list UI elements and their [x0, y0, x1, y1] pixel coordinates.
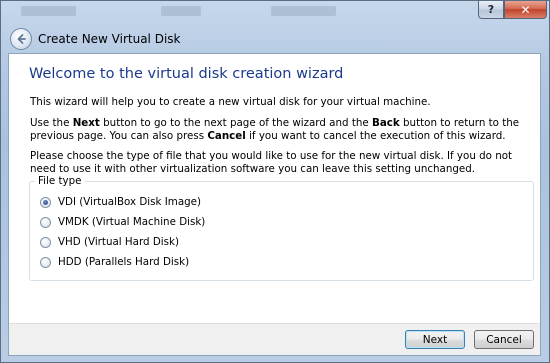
radio-button[interactable] — [40, 196, 51, 208]
intro-text: This wizard will help you to create a ne… — [30, 96, 431, 108]
help-icon: ? — [487, 3, 495, 16]
cancel-button[interactable]: Cancel — [474, 330, 534, 349]
radio-button[interactable] — [40, 216, 51, 228]
radio-option-vdi[interactable]: VDI (VirtualBox Disk Image) — [40, 195, 201, 209]
back-arrow-icon — [17, 34, 26, 44]
radio-option-vmdk[interactable]: VMDK (Virtual Machine Disk) — [40, 215, 205, 229]
radio-option-vhd[interactable]: VHD (Virtual Hard Disk) — [40, 235, 179, 249]
radio-label: VHD (Virtual Hard Disk) — [58, 236, 179, 248]
radio-label: VDI (VirtualBox Disk Image) — [58, 196, 202, 208]
wizard-page: Welcome to the virtual disk creation wiz… — [8, 53, 541, 356]
file-type-help-text: Please choose the type of file that you … — [30, 150, 513, 175]
radio-button[interactable] — [40, 236, 51, 248]
page-heading: Welcome to the virtual disk creation wiz… — [29, 66, 344, 82]
radio-label: VMDK (Virtual Machine Disk) — [58, 216, 206, 228]
title-bar[interactable]: ? ✕ Create New Virtual Disk — [1, 1, 549, 53]
close-button[interactable]: ✕ — [504, 1, 547, 19]
radio-label: HDD (Parallels Hard Disk) — [58, 256, 190, 268]
navigation-help-text: Use the Next button to go to the next pa… — [30, 117, 520, 142]
window-title: Create New Virtual Disk — [38, 32, 181, 46]
radio-button[interactable] — [40, 256, 51, 268]
radio-option-hdd[interactable]: HDD (Parallels Hard Disk) — [40, 255, 189, 269]
next-button[interactable]: Next — [405, 330, 465, 349]
back-button[interactable] — [10, 28, 32, 50]
close-icon: ✕ — [520, 2, 531, 17]
wizard-window: ? ✕ Create New Virtual Disk Welcome to t… — [0, 0, 550, 363]
help-button[interactable]: ? — [478, 1, 504, 19]
file-type-legend: File type — [35, 175, 85, 187]
aero-background-blur — [21, 5, 421, 19]
file-type-group: File type VDI (VirtualBox Disk Image) VM… — [29, 175, 534, 281]
button-bar: Next Cancel — [9, 323, 540, 355]
